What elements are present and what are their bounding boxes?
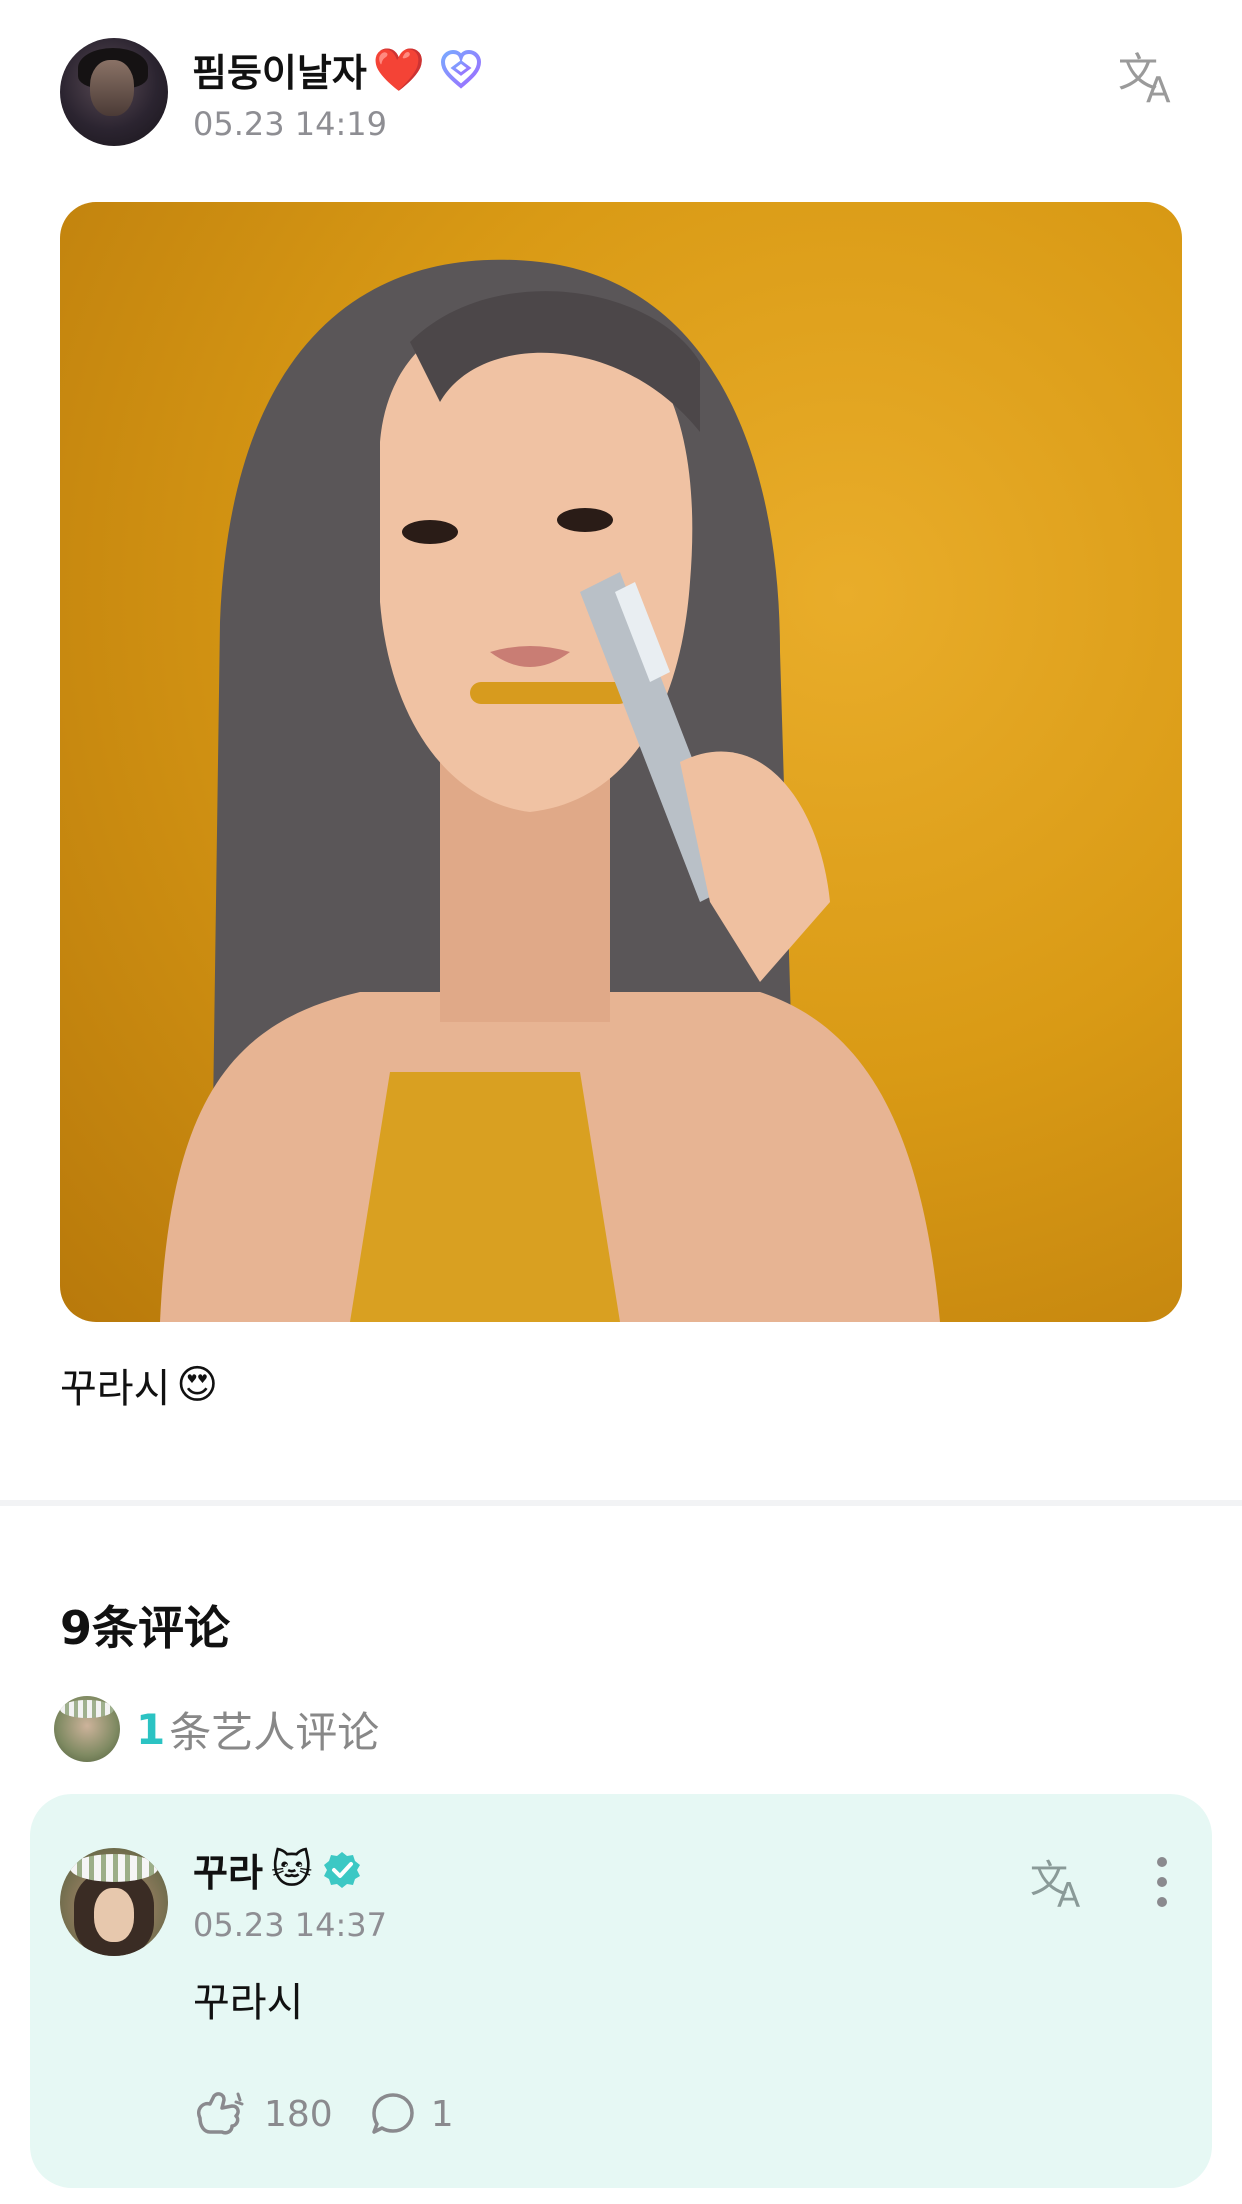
commenter-name-text: 꾸라 (193, 1851, 263, 1895)
author-name-text: 핌둥이날자 (192, 51, 367, 95)
post-photo[interactable] (60, 202, 1182, 1322)
artist-comments-filter[interactable]: 1 条艺人评论 (54, 1694, 379, 1764)
svg-text:A: A (1057, 1876, 1080, 1910)
post-text-content: 꾸라시 (60, 1366, 171, 1412)
artist-mini-avatar (54, 1696, 120, 1762)
heart-emoji: ❤️ (372, 44, 426, 94)
more-icon[interactable] (1152, 1854, 1172, 1910)
cheer-count: 180 (264, 2093, 333, 2135)
post-photo-illustration (160, 259, 940, 1322)
artist-comment-card: 꾸라 🐱 05.23 14:37 꾸라시 文 A 180 1 (30, 1794, 1212, 2188)
translate-icon[interactable]: 文 A (1116, 46, 1182, 106)
comment-text: 꾸라시 (193, 1980, 304, 2026)
svg-text:A: A (1146, 70, 1171, 106)
post-text: 꾸라시 😍 (60, 1356, 218, 1414)
post-timestamp: 05.23 14:19 (193, 105, 387, 143)
commenter-name[interactable]: 꾸라 🐱 (193, 1842, 363, 1897)
cheer-button[interactable]: 180 (192, 2088, 333, 2140)
comment-translate-icon[interactable]: 文 A (1028, 1854, 1092, 1910)
comment-actions: 180 1 (192, 2088, 454, 2140)
reply-icon (371, 2093, 414, 2134)
comments-count-title: 9条评论 (60, 1601, 231, 1655)
artist-comment-count: 1 (136, 1704, 166, 1754)
heart-eyes-emoji: 😍 (176, 1362, 219, 1408)
author-name[interactable]: 핌둥이날자 ❤️ (192, 42, 483, 97)
commenter-avatar[interactable] (60, 1848, 168, 1956)
section-divider (0, 1500, 1242, 1506)
post-header: 핌둥이날자 ❤️ 05.23 14:19 文 A (60, 38, 1182, 148)
author-avatar[interactable] (60, 38, 168, 146)
cat-emoji: 🐱 (270, 1846, 313, 1893)
heart-badge-icon (441, 49, 482, 89)
artist-comment-label: 条艺人评论 (169, 1707, 380, 1757)
comment-timestamp: 05.23 14:37 (193, 1906, 387, 1944)
reply-button[interactable]: 1 (369, 2090, 454, 2138)
reply-count: 1 (430, 2093, 454, 2135)
cheer-icon (197, 2092, 244, 2135)
verified-icon (323, 1851, 360, 1888)
